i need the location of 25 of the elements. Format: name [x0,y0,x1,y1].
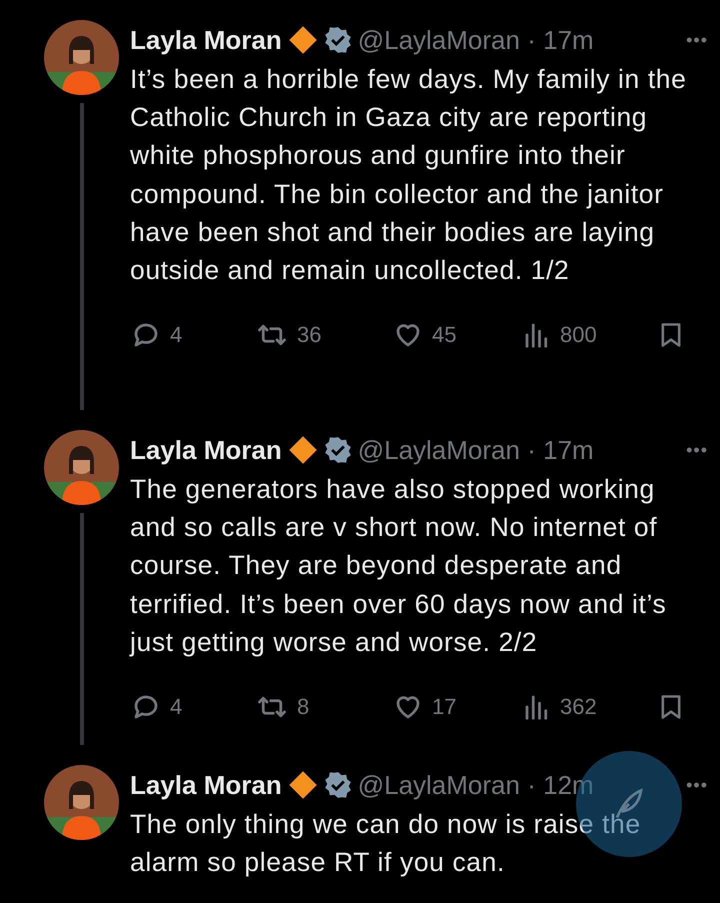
like-button[interactable]: 45 [392,320,522,350]
diamond-badge-icon [288,435,318,465]
reply-button[interactable]: 4 [130,692,255,722]
more-button[interactable]: ••• [686,440,708,460]
display-name[interactable]: Layla Moran [130,434,282,466]
like-button[interactable]: 17 [392,692,522,722]
diamond-badge-icon [288,25,318,55]
diamond-badge-icon [288,770,318,800]
display-name[interactable]: Layla Moran [130,770,282,800]
handle-and-time: @LaylaMoran · 17m [358,434,594,466]
more-button[interactable]: ••• [686,774,708,796]
views-button[interactable]: 362 [522,692,657,722]
repost-button[interactable]: 36 [255,320,392,350]
handle-and-time: @LaylaMoran · 17m [358,24,594,56]
tweet-text: It’s been a horrible few days. My family in the Catholic Church in Gaza city are reporting white phosphorous and gunfire into their compound. The bin collector and the janitor have been shot and their bodies are laying outside and remain uncollected. 1/2 [130,63,688,288]
reply-button[interactable]: 4 [130,320,255,350]
display-name[interactable]: Layla Moran [130,24,282,56]
tweet-text: The generators have also stopped working and so calls are v short now. No internet of course. They are beyond desperate and terrified. It’s been over 60 days now and it’s just getting worse and worse. 2/2 [130,473,668,659]
tweet-text: The only thing we can do now is raise the alarm so please RT if you can. [130,808,642,880]
verified-badge-icon [324,436,352,464]
verified-badge-icon [324,771,352,799]
repost-button[interactable]: 8 [255,692,392,722]
more-button[interactable]: ••• [686,30,708,50]
views-button[interactable]: 800 [522,320,657,350]
verified-badge-icon [324,26,352,54]
